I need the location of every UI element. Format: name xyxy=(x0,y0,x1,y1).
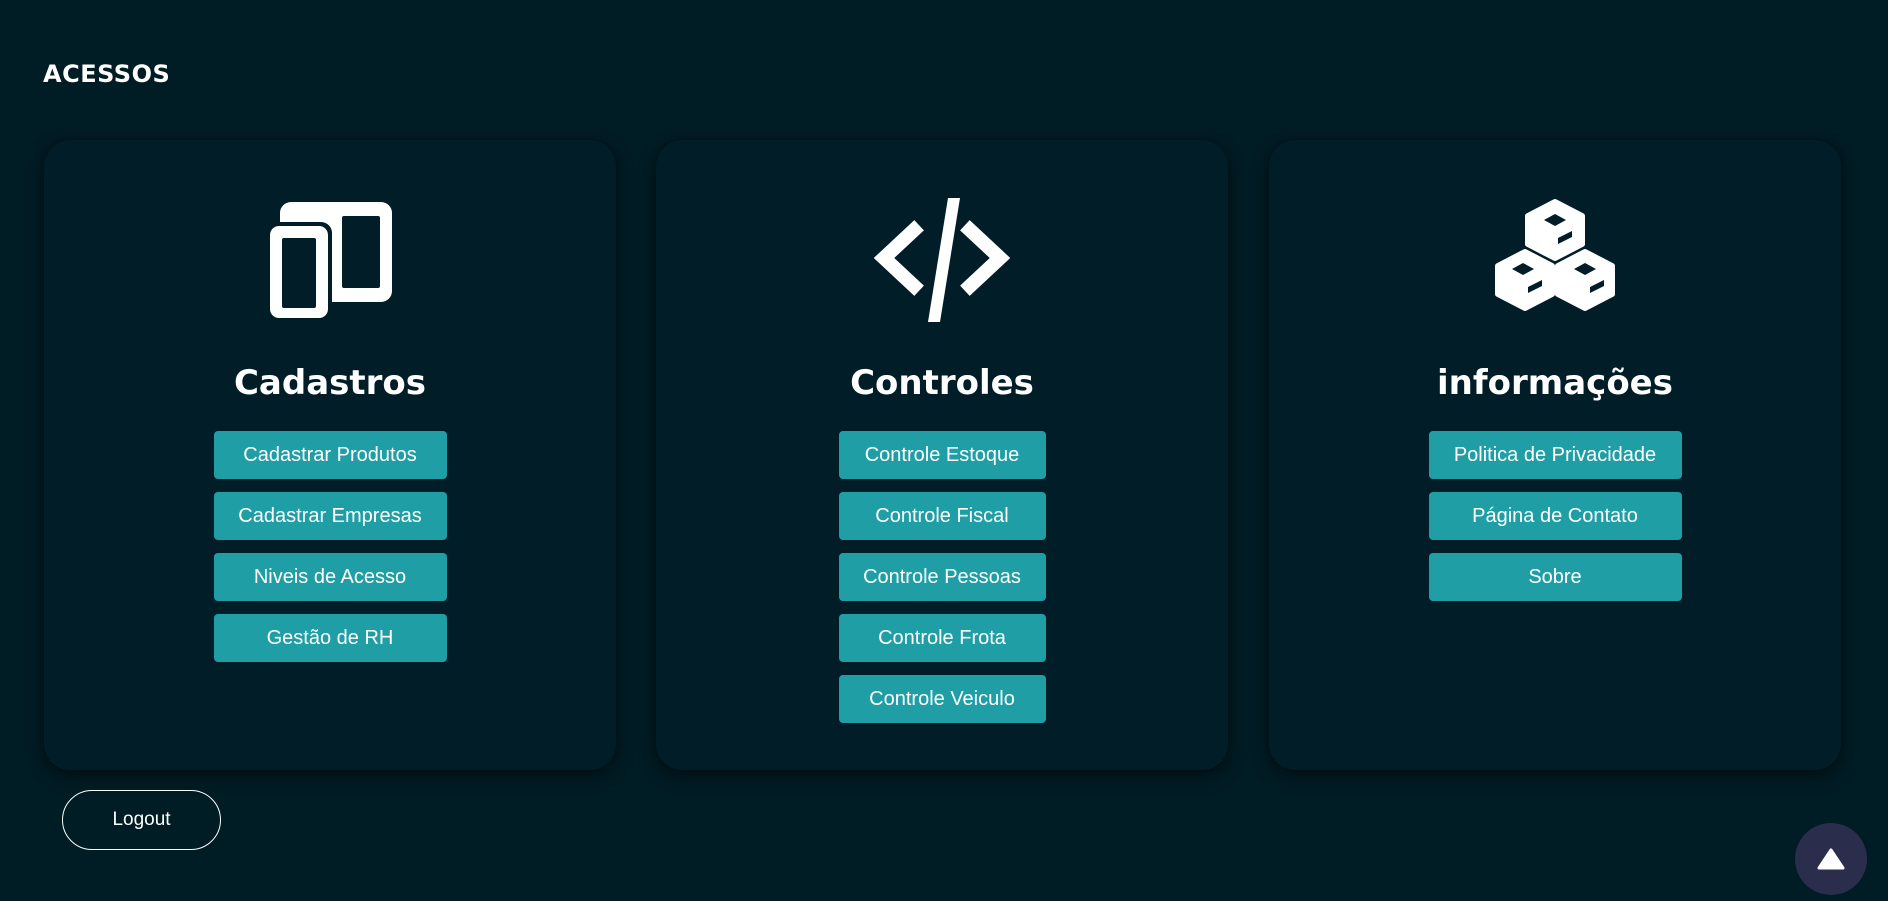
gestao-de-rh-button[interactable]: Gestão de RH xyxy=(213,614,447,662)
cubes-icon xyxy=(1485,196,1625,324)
card-button-list: Controle Estoque Controle Fiscal Control… xyxy=(656,431,1228,723)
card-button-list: Cadastrar Produtos Cadastrar Empresas Ni… xyxy=(44,431,616,662)
cadastrar-produtos-button[interactable]: Cadastrar Produtos xyxy=(213,431,447,479)
section-title: ACESSOS xyxy=(43,60,171,88)
card-controles: Controles Controle Estoque Controle Fisc… xyxy=(656,140,1228,770)
code-icon xyxy=(872,196,1012,324)
card-title: Controles xyxy=(850,363,1034,403)
card-button-list: Politica de Privacidade Página de Contat… xyxy=(1269,431,1841,601)
niveis-de-acesso-button[interactable]: Niveis de Acesso xyxy=(213,553,447,601)
cadastrar-empresas-button[interactable]: Cadastrar Empresas xyxy=(213,492,447,540)
card-title: Cadastros xyxy=(233,363,427,403)
controle-pessoas-button[interactable]: Controle Pessoas xyxy=(838,553,1046,601)
access-cards: Cadastros Cadastrar Produtos Cadastrar E… xyxy=(44,140,1841,770)
controle-veiculo-button[interactable]: Controle Veiculo xyxy=(838,675,1046,723)
controle-fiscal-button[interactable]: Controle Fiscal xyxy=(838,492,1046,540)
card-informacoes: informações Politica de Privacidade Pági… xyxy=(1269,140,1841,770)
logout-button[interactable]: Logout xyxy=(62,790,221,850)
pagina-de-contato-button[interactable]: Página de Contato xyxy=(1428,492,1682,540)
page: ACESSOS Cadastros Cadastrar Produtos Cad… xyxy=(0,0,1888,901)
sobre-button[interactable]: Sobre xyxy=(1428,553,1682,601)
controle-frota-button[interactable]: Controle Frota xyxy=(838,614,1046,662)
back-to-top-button[interactable] xyxy=(1795,823,1867,895)
card-cadastros: Cadastros Cadastrar Produtos Cadastrar E… xyxy=(44,140,616,770)
card-title: informações xyxy=(1437,363,1673,403)
tablet-devices-icon xyxy=(260,196,400,324)
arrow-up-icon xyxy=(1817,848,1845,870)
politica-de-privacidade-button[interactable]: Politica de Privacidade xyxy=(1428,431,1682,479)
controle-estoque-button[interactable]: Controle Estoque xyxy=(838,431,1046,479)
